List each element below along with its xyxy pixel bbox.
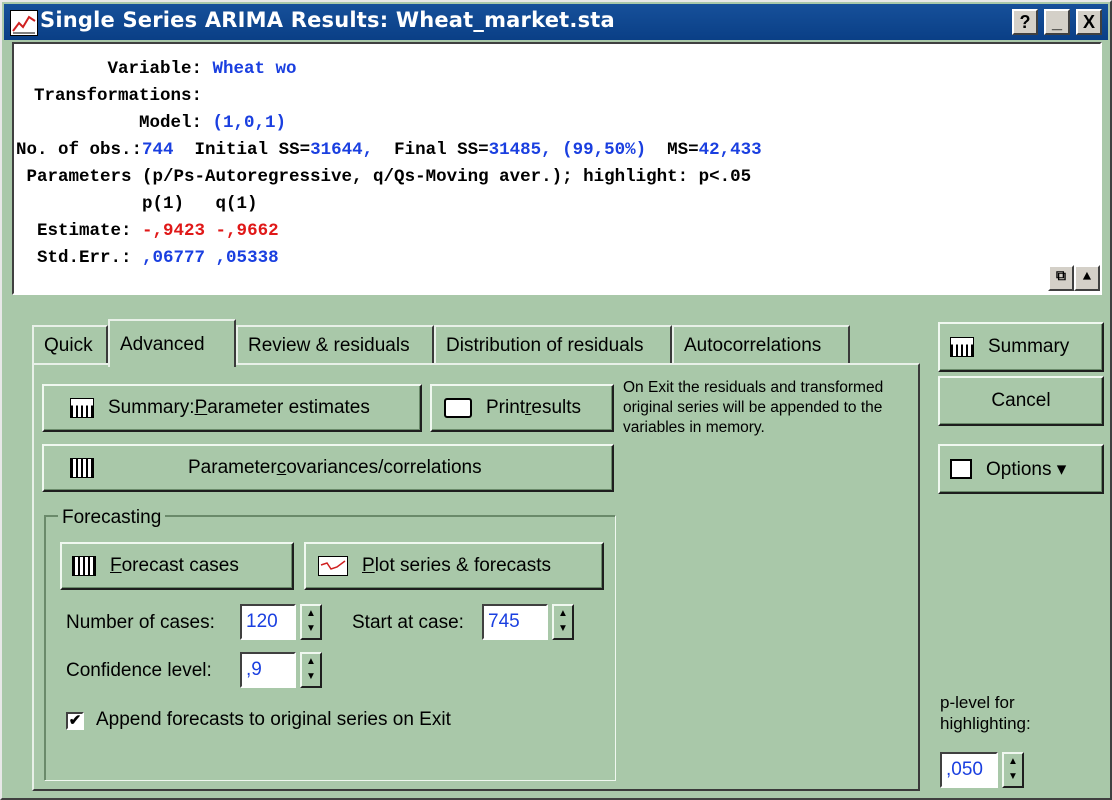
stderr-line: Std.Err.: ,06777 ,05338 [16, 248, 279, 268]
results-output-pane: Variable: Wheat wo Transformations: Mode… [12, 42, 1102, 295]
plot-label-mnemonic: P [362, 555, 375, 576]
spin-down-icon: ▼ [306, 623, 316, 634]
estimate-label: Estimate: [16, 221, 132, 241]
parameter-header: p(1) q(1) [16, 194, 258, 214]
covariances-label-pre: Parameter [188, 457, 277, 478]
ms-label: MS= [646, 140, 699, 160]
matrix-table-icon [70, 458, 94, 478]
summary-button-label: Summary [988, 336, 1070, 357]
tab-quick[interactable]: Quick [32, 325, 108, 363]
tab-autocorrelations[interactable]: Autocorrelations [672, 325, 850, 363]
final-ss-label: Final SS= [373, 140, 489, 160]
printer-icon [444, 398, 472, 418]
spin-down-icon: ▼ [558, 623, 568, 634]
number-of-cases-input[interactable]: 120 [240, 604, 296, 640]
line-plot-icon [318, 556, 348, 576]
variable-value: Wheat wo [212, 59, 297, 79]
start-at-case-spinner[interactable]: ▲ ▼ [552, 604, 574, 640]
spin-up-icon: ▲ [306, 656, 316, 667]
plot-label-post: lot series & forecasts [374, 555, 552, 576]
confidence-level-label: Confidence level: [66, 660, 212, 681]
chart-app-icon [10, 10, 38, 36]
expand-pane-icon[interactable]: ▲ [1074, 265, 1100, 291]
grid-icon [72, 556, 96, 576]
forecasting-group-label: Forecasting [58, 507, 166, 529]
append-forecasts-label: Append forecasts to original series on E… [96, 709, 451, 730]
number-of-cases-spinner[interactable]: ▲ ▼ [300, 604, 322, 640]
exit-note: On Exit the residuals and transformed or… [623, 379, 884, 436]
estimate-values: -,9423 -,9662 [142, 221, 279, 241]
model-label: Model: [34, 113, 203, 133]
stderr-values: ,06777 ,05338 [142, 248, 279, 268]
spin-up-icon: ▲ [558, 608, 568, 619]
summary-parameter-estimates-button[interactable]: Summary: Parameter estimates [42, 384, 422, 432]
start-at-case-label: Start at case: [352, 612, 464, 633]
minimize-button[interactable]: _ [1044, 9, 1070, 35]
summary-param-label-post: arameter estimates [207, 397, 370, 418]
summary-param-label-pre: Summary: [108, 397, 195, 418]
cancel-button-label: Cancel [991, 390, 1051, 411]
spin-up-icon: ▲ [306, 608, 316, 619]
variable-label: Variable: [34, 59, 203, 79]
forecast-label-mnemonic: F [110, 555, 122, 576]
model-value: (1,0,1) [212, 113, 287, 133]
append-forecasts-checkbox[interactable]: ✔ [66, 712, 84, 730]
summary-table-icon [70, 398, 94, 418]
tab-review-residuals[interactable]: Review & residuals [236, 325, 434, 363]
confidence-level-spinner[interactable]: ▲ ▼ [300, 652, 322, 688]
cancel-button[interactable]: Cancel [938, 376, 1104, 426]
transformations-line: Transformations: [34, 86, 203, 106]
tab-distribution-residuals[interactable]: Distribution of residuals [434, 325, 672, 363]
model-line: Model: (1,0,1) [34, 113, 286, 133]
print-label-post: esults [531, 397, 582, 418]
print-label-pre: Print [486, 397, 526, 418]
print-results-button[interactable]: Print r esults [430, 384, 614, 432]
summary-param-label-mnemonic: P [194, 397, 208, 418]
spin-up-icon: ▲ [1008, 756, 1018, 767]
stderr-label: Std.Err.: [16, 248, 132, 268]
summary-table-icon [950, 337, 974, 357]
forecast-cases-button[interactable]: Forecast cases [60, 542, 294, 590]
number-of-cases-label: Number of cases: [66, 612, 215, 633]
covariances-label-mnemonic: c [276, 457, 287, 478]
initial-ss-value: 31644, [310, 140, 374, 160]
initial-ss-label: Initial SS= [173, 140, 311, 160]
obs-label: No. of obs.: [16, 140, 143, 160]
parameter-covariances-button[interactable]: Parameter c ovariances/correlations [42, 444, 614, 492]
arima-results-window: Single Series ARIMA Results: Wheat_marke… [0, 0, 1112, 800]
copy-restore-icon[interactable]: ⧉ [1048, 265, 1074, 291]
plevel-input[interactable]: ,050 [940, 752, 998, 788]
confidence-level-input[interactable]: ,9 [240, 652, 296, 688]
title-bar[interactable]: Single Series ARIMA Results: Wheat_marke… [4, 4, 1108, 40]
forecast-label-post: orecast cases [121, 555, 239, 576]
obs-value: 744 [142, 140, 174, 160]
close-button[interactable]: X [1076, 9, 1102, 35]
options-icon [950, 459, 972, 479]
estimate-line: Estimate: -,9423 -,9662 [16, 221, 279, 241]
covariances-label-post: ovariances/correlations [286, 457, 482, 478]
variable-line: Variable: Wheat wo [34, 59, 297, 79]
options-button-label: Options ▾ [986, 458, 1067, 480]
summary-button[interactable]: Summary [938, 322, 1104, 372]
final-ss-value: 31485, (99,50%) [488, 140, 647, 160]
help-button[interactable]: ? [1012, 9, 1038, 35]
options-button[interactable]: Options ▾ [938, 444, 1104, 494]
obs-line: No. of obs.:744 Initial SS=31644, Final … [16, 140, 762, 160]
parameters-line: Parameters (p/Ps-Autoregressive, q/Qs-Mo… [16, 167, 752, 187]
plevel-label: p-level for highlighting: [940, 693, 1031, 733]
spin-down-icon: ▼ [306, 671, 316, 682]
plot-series-forecasts-button[interactable]: Plot series & forecasts [304, 542, 604, 590]
plevel-spinner[interactable]: ▲ ▼ [1002, 752, 1024, 788]
ms-value: 42,433 [698, 140, 762, 160]
window-title: Single Series ARIMA Results: Wheat_marke… [40, 8, 615, 32]
spin-down-icon: ▼ [1008, 771, 1018, 782]
tab-advanced[interactable]: Advanced [108, 319, 236, 367]
start-at-case-input[interactable]: 745 [482, 604, 548, 640]
